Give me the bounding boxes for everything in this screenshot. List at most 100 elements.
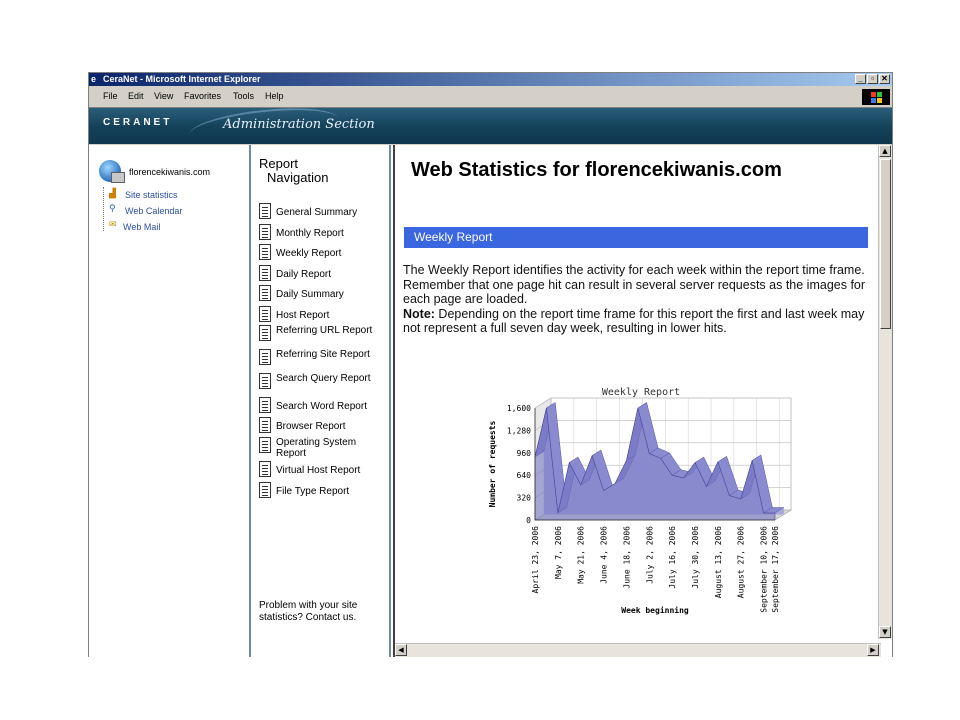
menu-file[interactable]: File: [103, 91, 118, 101]
x-tick-label: July 30, 2006: [691, 526, 700, 589]
nav-item-daily-summary[interactable]: Daily Summary: [259, 285, 384, 301]
scroll-thumb[interactable]: [880, 159, 891, 329]
nav-item-search-word-report[interactable]: Search Word Report: [259, 397, 384, 413]
document-icon: [259, 244, 271, 260]
nav-heading-line2: Navigation: [267, 170, 329, 185]
x-tick-label: April 23, 2006: [531, 526, 540, 594]
nav-item-label: Monthly Report: [276, 228, 344, 239]
nav-item-virtual-host-report[interactable]: Virtual Host Report: [259, 461, 384, 477]
menu-view[interactable]: View: [154, 91, 173, 101]
nav-item-label: Weekly Report: [276, 248, 342, 259]
document-icon: [259, 306, 271, 322]
menu-tools[interactable]: Tools: [233, 91, 254, 101]
document-icon: [259, 203, 271, 219]
close-button[interactable]: ✕: [879, 74, 890, 84]
nav-item-label: General Summary: [276, 207, 358, 218]
admin-banner: CERANET Administration Section: [89, 108, 892, 144]
y-tick-label: 1,600: [507, 404, 531, 413]
document-icon: [259, 285, 271, 301]
site-domain: florencekiwanis.com: [129, 167, 211, 177]
y-tick-label: 640: [517, 471, 532, 480]
restore-button[interactable]: ▫: [867, 74, 878, 84]
horizontal-scrollbar[interactable]: ◀ ▶: [395, 643, 881, 657]
nav-item-label: Browser Report: [276, 421, 346, 432]
nav-item-file-type-report[interactable]: File Type Report: [259, 482, 384, 498]
ceranet-logo: CERANET: [103, 117, 173, 128]
vertical-scrollbar[interactable]: ▲ ▼: [878, 145, 892, 639]
nav-item-daily-report[interactable]: Daily Report: [259, 265, 384, 281]
chart-svg: Weekly Report 0 320 640 960 1,280 1,600 April 2…: [488, 387, 793, 615]
globe-computer-icon: [99, 160, 125, 183]
report-frame: Web Statistics for florencekiwanis.com W…: [393, 145, 892, 657]
document-icon: [259, 373, 271, 389]
ie-icon: e: [91, 74, 97, 84]
document-icon: [259, 349, 271, 365]
menu-help[interactable]: Help: [265, 91, 284, 101]
title-bar[interactable]: e CeraNet - Microsoft Internet Explorer …: [89, 73, 892, 86]
nav-item-monthly-report[interactable]: Monthly Report: [259, 224, 384, 240]
minimize-button[interactable]: _: [855, 74, 866, 84]
x-tick-label: September 10, 2006: [760, 526, 769, 613]
nav-item-general-summary[interactable]: General Summary: [259, 203, 384, 219]
nav-item-referring-url-report[interactable]: Referring URL Report: [259, 325, 384, 341]
nav-item-label: File Type Report: [276, 486, 350, 497]
link-site-statistics[interactable]: Site statistics: [125, 190, 178, 200]
mail-icon: ✉: [109, 220, 117, 230]
link-web-mail[interactable]: Web Mail: [123, 222, 160, 232]
document-icon: [259, 437, 271, 453]
contact-us-link[interactable]: Problem with your site statistics? Conta…: [259, 600, 384, 624]
x-tick-label: September 17, 2006: [771, 526, 780, 613]
chart-title: Weekly Report: [602, 387, 680, 398]
bar-chart-icon: ▟: [109, 189, 116, 199]
x-tick-label: June 4, 2006: [600, 526, 609, 584]
nav-item-label: Daily Summary: [276, 289, 344, 300]
link-web-calendar[interactable]: Web Calendar: [125, 206, 182, 216]
windows-logo-icon: [862, 89, 890, 105]
document-icon: [259, 482, 271, 498]
x-tick-label: May 21, 2006: [577, 526, 586, 584]
y-tick-label: 1,280: [507, 426, 531, 435]
scroll-left-icon[interactable]: ◀: [395, 644, 407, 656]
y-tick-label: 960: [517, 449, 532, 458]
note-text: Depending on the report time frame for t…: [403, 306, 865, 336]
nav-item-search-query-report[interactable]: Search Query Report: [259, 373, 384, 389]
nav-item-label: Search Query Report: [276, 373, 371, 384]
nav-item-referring-site-report[interactable]: Referring Site Report: [259, 349, 384, 365]
x-tick-label: August 13, 2006: [714, 526, 723, 598]
menu-bar: File Edit View Favorites Tools Help: [89, 87, 892, 108]
window-controls: _ ▫ ✕: [855, 74, 890, 84]
page-title: Web Statistics for florencekiwanis.com: [411, 159, 782, 181]
nav-item-label: Referring URL Report: [276, 325, 373, 336]
x-tick-label: July 2, 2006: [645, 526, 654, 584]
y-tick-label: 0: [526, 516, 531, 525]
weekly-report-chart: Weekly Report 0 320 640 960 1,280 1,600 April 2…: [481, 373, 801, 623]
menu-favorites[interactable]: Favorites: [184, 91, 221, 101]
nav-heading-line1: Report: [259, 156, 299, 171]
section-bar: Weekly Report: [404, 227, 868, 248]
x-tick-label: July 16, 2006: [668, 526, 677, 589]
nav-item-label: Referring Site Report: [276, 349, 370, 360]
document-icon: [259, 224, 271, 240]
scroll-up-icon[interactable]: ▲: [879, 145, 891, 157]
scroll-right-icon[interactable]: ▶: [867, 644, 879, 656]
note-label: Note:: [403, 306, 435, 321]
x-tick-label: August 27, 2006: [737, 526, 746, 598]
document-icon: [259, 397, 271, 413]
menu-edit[interactable]: Edit: [128, 91, 144, 101]
nav-item-host-report[interactable]: Host Report: [259, 306, 384, 322]
x-tick-label: May 7, 2006: [554, 526, 563, 579]
nav-item-operating-system-report[interactable]: Operating System Report: [259, 437, 384, 459]
browser-window: e CeraNet - Microsoft Internet Explorer …: [88, 72, 893, 657]
window-title: CeraNet - Microsoft Internet Explorer: [103, 74, 261, 84]
report-description: The Weekly Report identifies the activit…: [403, 263, 881, 336]
nav-item-label: Search Word Report: [276, 401, 367, 412]
description-text: The Weekly Report identifies the activit…: [403, 263, 866, 306]
scroll-down-icon[interactable]: ▼: [879, 626, 891, 638]
document-icon: [259, 461, 271, 477]
nav-item-weekly-report[interactable]: Weekly Report: [259, 244, 384, 260]
nav-item-label: Daily Report: [276, 269, 332, 280]
nav-item-label: Host Report: [276, 310, 330, 321]
nav-item-browser-report[interactable]: Browser Report: [259, 417, 384, 433]
banner-section-title: Administration Section: [223, 117, 375, 132]
nav-item-label: Virtual Host Report: [276, 465, 361, 476]
